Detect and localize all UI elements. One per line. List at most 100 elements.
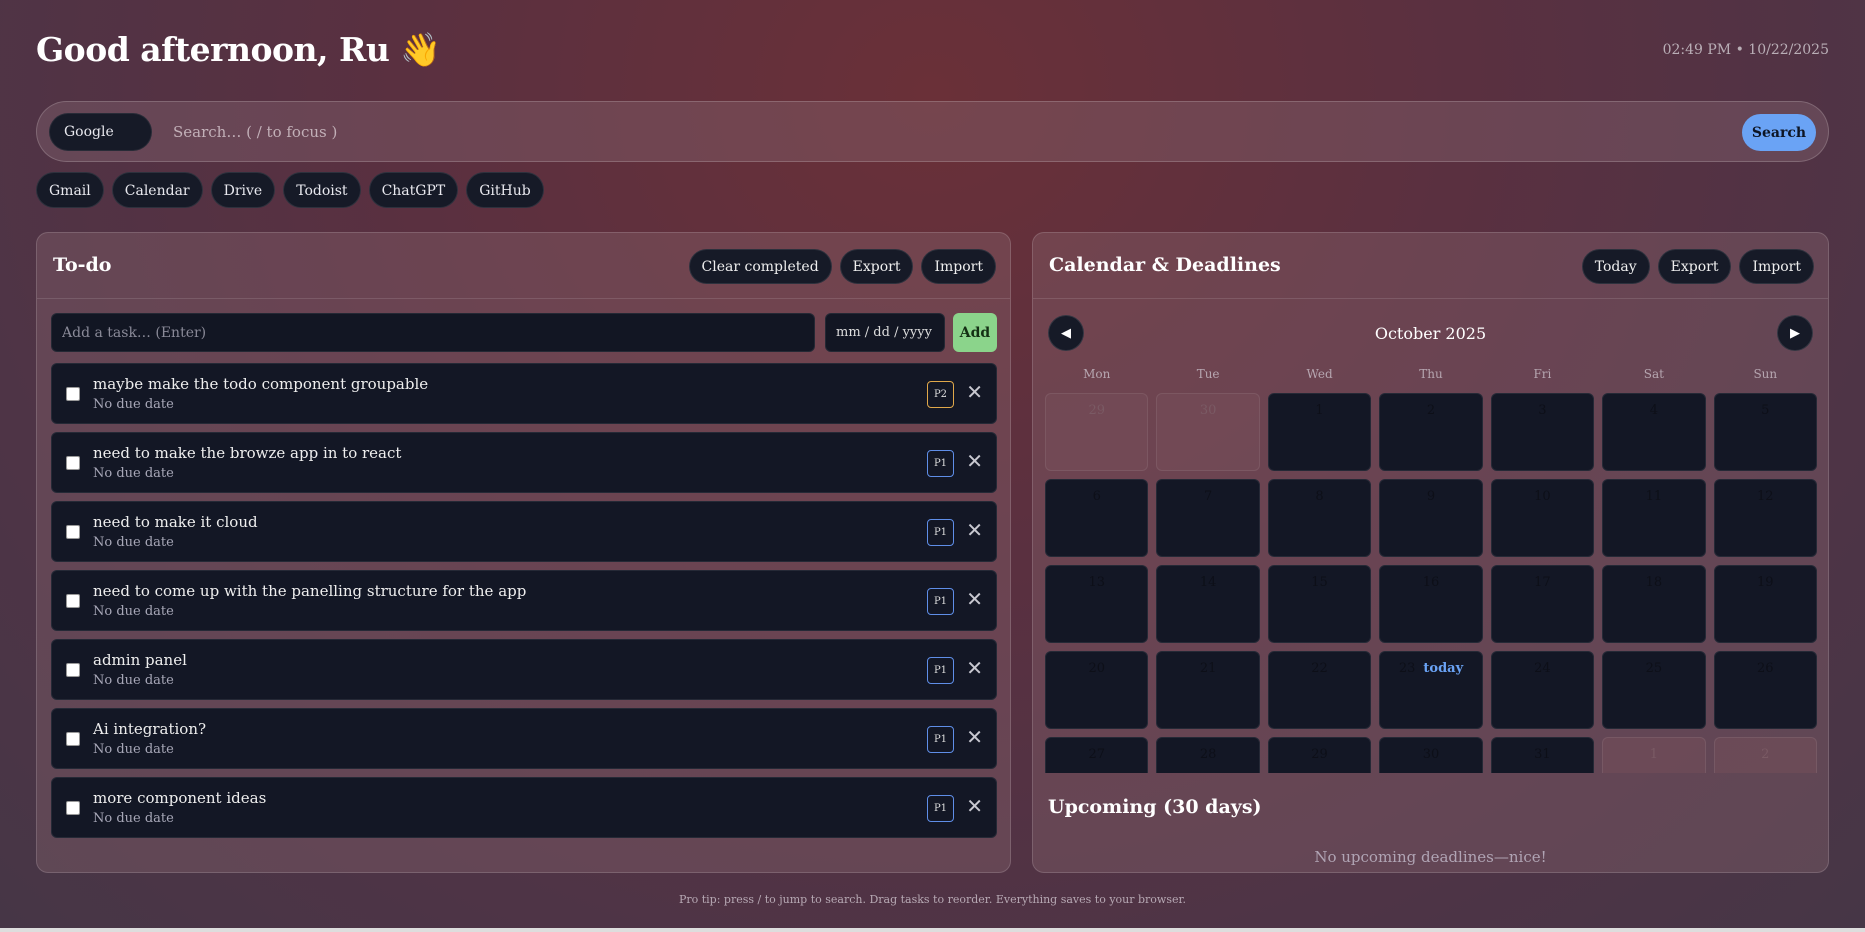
calendar-day[interactable]: 2 <box>1379 393 1483 471</box>
close-icon[interactable]: ✕ <box>966 518 983 542</box>
calendar-day[interactable]: 25 <box>1602 651 1706 729</box>
add-task-button[interactable]: Add <box>953 313 997 352</box>
day-number: 4 <box>1649 403 1658 418</box>
calendar-import-button[interactable]: Import <box>1739 249 1814 284</box>
calendar-day[interactable]: 31 <box>1490 737 1595 773</box>
add-task-input[interactable] <box>51 313 815 352</box>
day-number: 22 <box>1311 661 1328 676</box>
task-checkbox[interactable] <box>66 801 80 815</box>
priority-badge[interactable]: P1 <box>927 726 954 753</box>
task-item[interactable]: more component ideas No due date P1 ✕ <box>51 777 997 838</box>
task-checkbox[interactable] <box>66 456 80 470</box>
due-date-input[interactable]: mm / dd / yyyy <box>825 313 945 352</box>
weekday-label: Tue <box>1196 367 1220 381</box>
calendar-day[interactable]: 12 <box>1713 479 1817 557</box>
calendar-day[interactable]: 17 <box>1490 565 1595 643</box>
day-number: 6 <box>1092 489 1101 504</box>
calendar-day[interactable]: 14 <box>1156 565 1260 643</box>
quick-link-gmail[interactable]: Gmail <box>36 172 104 208</box>
task-item[interactable]: maybe make the todo component groupable N… <box>51 363 997 424</box>
day-number: 30 <box>1422 747 1440 762</box>
close-icon[interactable]: ✕ <box>966 380 983 404</box>
priority-badge[interactable]: P2 <box>927 381 954 408</box>
calendar-day[interactable]: 28 <box>1156 737 1260 773</box>
calendar-day[interactable]: 7 <box>1156 479 1260 557</box>
due-date-placeholder: mm / dd / yyyy <box>836 325 932 340</box>
close-icon[interactable]: ✕ <box>966 794 983 818</box>
calendar-day[interactable]: 30 <box>1156 393 1260 471</box>
quick-link-chatgpt[interactable]: ChatGPT <box>368 172 459 208</box>
calendar-day[interactable]: 20 <box>1045 651 1149 729</box>
task-item[interactable]: need to come up with the panelling struc… <box>51 570 997 631</box>
calendar-day[interactable]: 18 <box>1602 565 1706 643</box>
calendar-day[interactable]: 10 <box>1490 479 1595 557</box>
calendar-day[interactable]: 8 <box>1267 479 1372 557</box>
calendar-day[interactable]: 2 <box>1713 737 1817 773</box>
task-checkbox[interactable] <box>66 387 80 401</box>
priority-badge[interactable]: P1 <box>927 795 954 822</box>
task-checkbox[interactable] <box>66 525 80 539</box>
close-icon[interactable]: ✕ <box>966 725 983 749</box>
day-number: 12 <box>1757 489 1774 504</box>
calendar-day[interactable]: 15 <box>1267 565 1372 643</box>
day-number: 28 <box>1199 747 1217 762</box>
clear-completed-button[interactable]: Clear completed <box>688 249 832 284</box>
priority-badge[interactable]: P1 <box>927 519 954 546</box>
calendar-day[interactable]: 1 <box>1602 737 1706 773</box>
quick-link-calendar[interactable]: Calendar <box>111 172 203 208</box>
task-due-date: No due date <box>93 604 174 619</box>
task-due-date: No due date <box>93 466 174 481</box>
calendar-day[interactable]: 30 <box>1379 737 1483 773</box>
close-icon[interactable]: ✕ <box>966 587 983 611</box>
day-number: 17 <box>1534 575 1551 590</box>
calendar-day[interactable]: 29 <box>1267 737 1372 773</box>
todo-export-button[interactable]: Export <box>839 249 914 284</box>
calendar-day[interactable]: 3 <box>1490 393 1595 471</box>
search-engine-select[interactable]: Google <box>49 113 152 151</box>
close-icon[interactable]: ✕ <box>966 656 983 680</box>
search-input[interactable] <box>169 114 1769 150</box>
day-number: 11 <box>1645 489 1663 504</box>
close-icon[interactable]: ✕ <box>966 449 983 473</box>
search-button[interactable]: Search <box>1742 114 1816 151</box>
priority-badge[interactable]: P1 <box>927 450 954 477</box>
calendar-day[interactable]: 5 <box>1713 393 1817 471</box>
calendar-day[interactable]: 13 <box>1045 565 1149 643</box>
calendar-export-button[interactable]: Export <box>1657 249 1732 284</box>
calendar-day[interactable]: 9 <box>1379 479 1483 557</box>
quick-link-drive[interactable]: Drive <box>210 172 276 208</box>
calendar-day[interactable]: 24 <box>1490 651 1595 729</box>
calendar-day[interactable]: 11 <box>1602 479 1706 557</box>
day-number: 3 <box>1538 403 1547 418</box>
task-item[interactable]: need to make it cloud No due date P1 ✕ <box>51 501 997 562</box>
calendar-day[interactable]: 27 <box>1045 737 1149 773</box>
next-month-button[interactable]: ▶ <box>1777 315 1813 351</box>
calendar-day[interactable]: 6 <box>1045 479 1149 557</box>
calendar-day-today[interactable]: 23 today <box>1379 651 1483 729</box>
quick-link-todoist[interactable]: Todoist <box>283 172 361 208</box>
calendar-day[interactable]: 22 <box>1267 651 1372 729</box>
task-title: need to make it cloud <box>93 513 258 531</box>
priority-badge[interactable]: P1 <box>927 657 954 684</box>
day-number: 31 <box>1534 747 1551 762</box>
priority-badge[interactable]: P1 <box>927 588 954 615</box>
task-item[interactable]: Ai integration? No due date P1 ✕ <box>51 708 997 769</box>
today-button[interactable]: Today <box>1581 249 1650 284</box>
task-due-date: No due date <box>93 742 174 757</box>
task-checkbox[interactable] <box>66 663 80 677</box>
calendar-day[interactable]: 16 <box>1379 565 1483 643</box>
calendar-day[interactable]: 1 <box>1267 393 1372 471</box>
calendar-day[interactable]: 4 <box>1602 393 1706 471</box>
calendar-day[interactable]: 26 <box>1713 651 1817 729</box>
task-item[interactable]: need to make the browze app in to react N… <box>51 432 997 493</box>
task-checkbox[interactable] <box>66 732 80 746</box>
calendar-day[interactable]: 19 <box>1713 565 1817 643</box>
task-item[interactable]: admin panel No due date P1 ✕ <box>51 639 997 700</box>
todo-import-button[interactable]: Import <box>921 249 996 284</box>
quick-link-github[interactable]: GitHub <box>466 172 544 208</box>
clock: 02:49 PM • 10/22/2025 <box>1662 42 1829 58</box>
calendar-day[interactable]: 29 <box>1045 393 1149 471</box>
task-checkbox[interactable] <box>66 594 80 608</box>
calendar-day[interactable]: 21 <box>1156 651 1260 729</box>
upcoming-empty-message: No upcoming deadlines—nice! <box>1314 848 1547 866</box>
